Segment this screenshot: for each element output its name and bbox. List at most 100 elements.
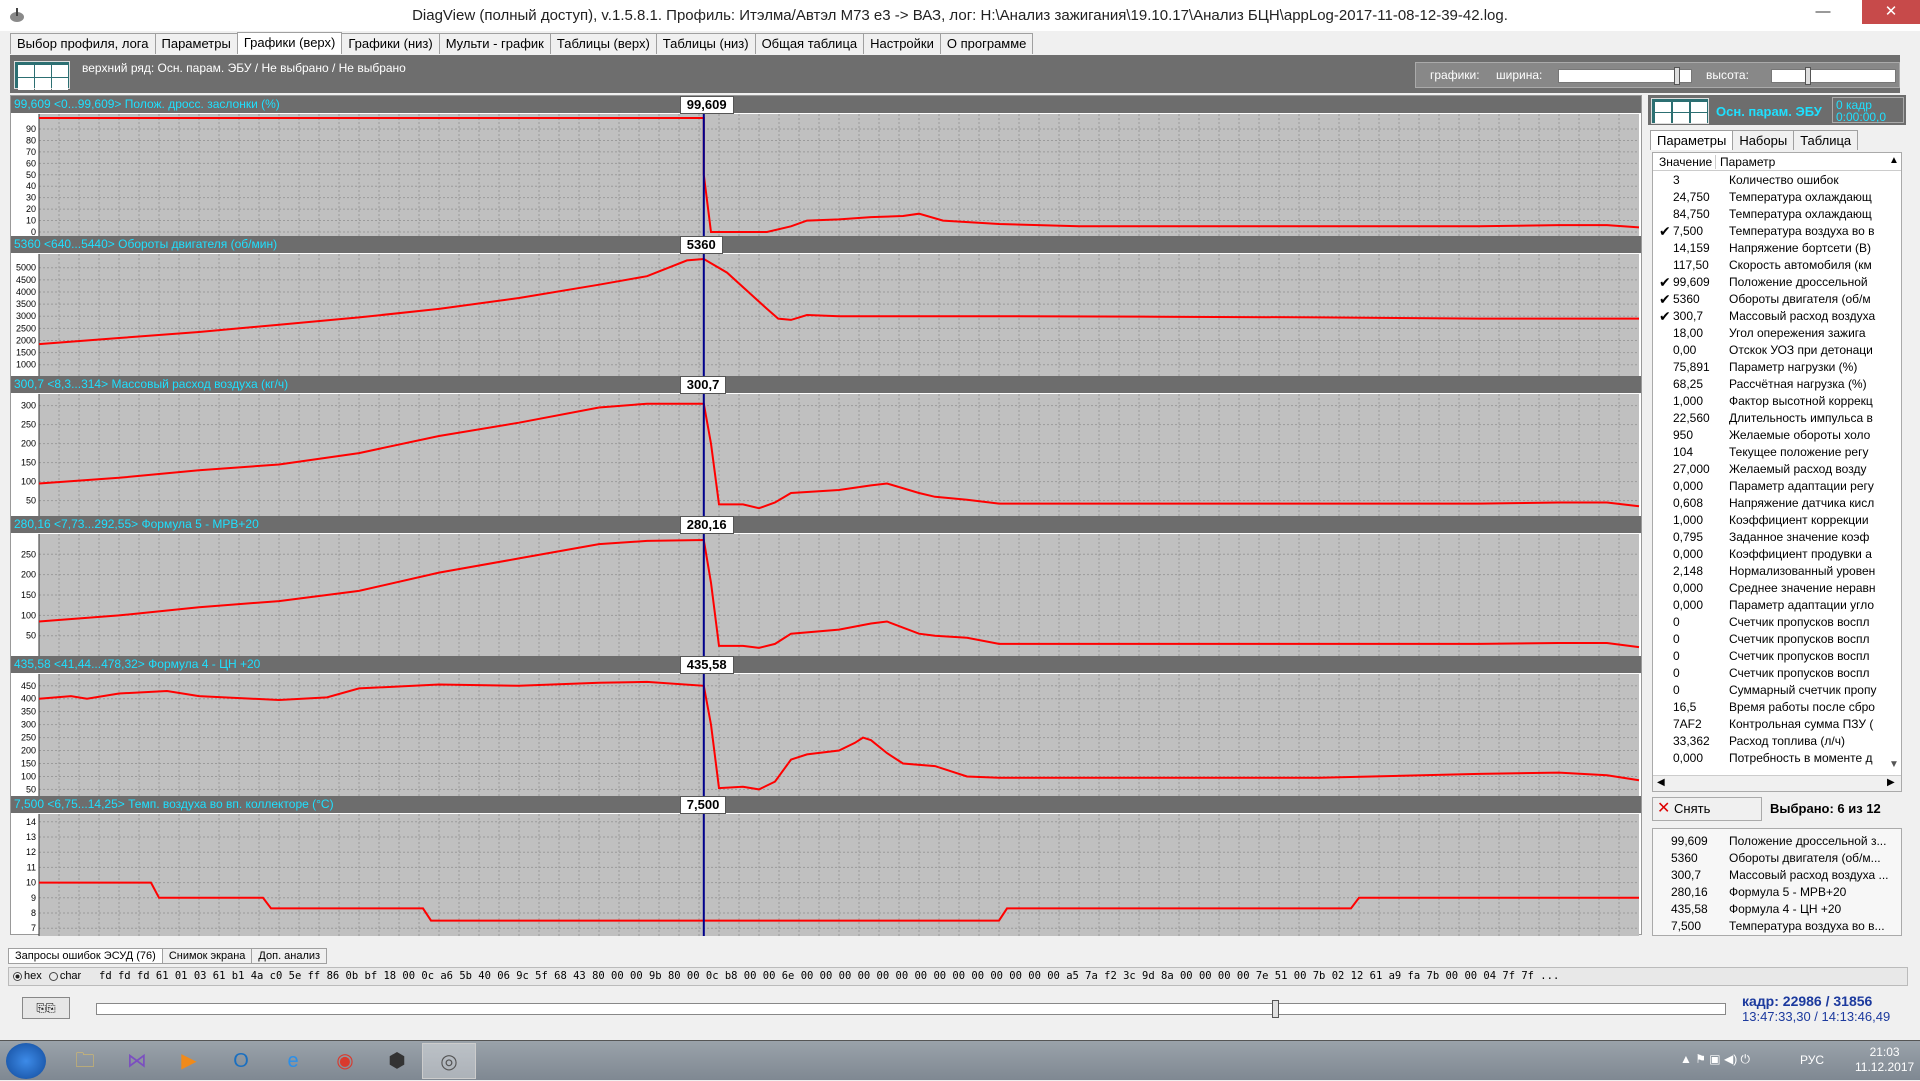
table-row[interactable]: ✔ 300,7 Массовый расход воздуха bbox=[1653, 308, 1901, 325]
height-slider-thumb[interactable] bbox=[1804, 67, 1811, 85]
nox-icon[interactable]: ⬢ bbox=[370, 1043, 424, 1079]
clock[interactable]: 21:03 11.12.2017 bbox=[1855, 1045, 1914, 1075]
width-slider-thumb[interactable] bbox=[1673, 67, 1680, 85]
summary-value: 280,16 bbox=[1671, 885, 1708, 899]
table-row[interactable]: 24,750 Температура охлаждающ bbox=[1653, 189, 1901, 206]
table-row[interactable]: 0,000 Параметр адаптации регу bbox=[1653, 478, 1901, 495]
table-row[interactable]: 0 Счетчик пропусков воспл bbox=[1653, 631, 1901, 648]
table-row[interactable]: 33,362 Расход топлива (л/ч) bbox=[1653, 733, 1901, 750]
parameters-tab-2[interactable]: Таблица bbox=[1793, 130, 1859, 150]
internet-explorer-icon[interactable]: e bbox=[266, 1043, 320, 1079]
chart-plot[interactable]: 5000 4500 4000 3500 3000 2500 2000 1500 1000 bbox=[11, 254, 1641, 376]
table-row[interactable]: 0 Счетчик пропусков воспл bbox=[1653, 648, 1901, 665]
column-parameter[interactable]: Параметр bbox=[1715, 155, 1775, 169]
checkmark-icon[interactable]: ✔ bbox=[1659, 308, 1673, 325]
table-row[interactable]: 2,148 Нормализованный уровен bbox=[1653, 563, 1901, 580]
table-row[interactable]: 22,560 Длительность импульса в bbox=[1653, 410, 1901, 427]
chart-plot[interactable]: 9080 7060 5040 3020 100 bbox=[11, 114, 1641, 236]
tab-7[interactable]: Общая таблица bbox=[754, 33, 865, 54]
table-row[interactable]: 0 Суммарный счетчик пропу bbox=[1653, 682, 1901, 699]
position-slider-thumb[interactable] bbox=[1271, 1000, 1279, 1018]
width-slider[interactable] bbox=[1558, 67, 1692, 85]
table-row[interactable]: 0,000 Среднее значение неравн bbox=[1653, 580, 1901, 597]
table-row[interactable]: 950 Желаемые обороты холо bbox=[1653, 427, 1901, 444]
scroll-right-icon[interactable]: ▶ bbox=[1887, 777, 1895, 788]
table-row[interactable]: 0 Счетчик пропусков воспл bbox=[1653, 665, 1901, 682]
scroll-left-icon[interactable]: ◀ bbox=[1657, 777, 1665, 788]
copy-icon[interactable]: ⎘⎘ bbox=[22, 997, 70, 1019]
table-row[interactable]: 0,795 Заданное значение коэф bbox=[1653, 529, 1901, 546]
table-row[interactable]: 0,000 Параметр адаптации угло bbox=[1653, 597, 1901, 614]
table-row[interactable]: 14,159 Напряжение бортсети (В) bbox=[1653, 240, 1901, 257]
bottom-tab-0[interactable]: Запросы ошибок ЭСУД (76) bbox=[8, 948, 163, 964]
close-button[interactable]: ✕ bbox=[1862, 0, 1920, 24]
chrome-icon[interactable]: ◉ bbox=[318, 1043, 372, 1079]
table-row[interactable]: 1,000 Коэффициент коррекции bbox=[1653, 512, 1901, 529]
bottom-tab-2[interactable]: Доп. анализ bbox=[251, 948, 328, 964]
media-player-icon[interactable]: ▶ bbox=[162, 1043, 216, 1079]
bottom-tab-1[interactable]: Снимок экрана bbox=[161, 948, 253, 964]
table-row[interactable]: 3 Количество ошибок bbox=[1653, 172, 1901, 189]
horizontal-scrollbar[interactable]: ◀ ▶ bbox=[1653, 775, 1901, 791]
tab-1[interactable]: Параметры bbox=[154, 33, 238, 54]
table-row[interactable]: 18,00 Угол опережения зажига bbox=[1653, 325, 1901, 342]
table-row[interactable]: 75,891 Параметр нагрузки (%) bbox=[1653, 359, 1901, 376]
clear-marks-button[interactable]: ✕ Снять отметки bbox=[1652, 797, 1762, 838]
chart-plot[interactable]: 250 200 150 100 50 bbox=[11, 534, 1641, 656]
table-row[interactable]: 27,000 Желаемый расход возду bbox=[1653, 461, 1901, 478]
tab-2[interactable]: Графики (верх) bbox=[236, 32, 343, 54]
tab-4[interactable]: Мульти - график bbox=[438, 33, 551, 54]
chart-plot[interactable]: 14 13 12 11 10 9 8 7 bbox=[11, 814, 1641, 936]
scroll-up-icon[interactable]: ▲ bbox=[1889, 155, 1899, 166]
outlook-icon[interactable]: O bbox=[214, 1043, 268, 1079]
table-row[interactable]: 16,5 Время работы после сбро bbox=[1653, 699, 1901, 716]
char-radio[interactable] bbox=[48, 971, 58, 981]
title-bar[interactable]: DiagView (полный доступ), v.1.5.8.1. Про… bbox=[0, 0, 1920, 31]
hex-radio[interactable] bbox=[13, 971, 22, 981]
y-tick-label: 11 bbox=[27, 862, 36, 872]
layout-grid-icon[interactable] bbox=[14, 61, 70, 90]
tab-6[interactable]: Таблицы (низ) bbox=[655, 33, 756, 54]
tab-8[interactable]: Настройки bbox=[863, 33, 941, 54]
table-row[interactable]: 84,750 Температура охлаждающ bbox=[1653, 206, 1901, 223]
scroll-down-icon[interactable]: ▼ bbox=[1889, 759, 1899, 770]
parameters-table[interactable]: Значение Параметр ▲ 3 Количество ошибок 24… bbox=[1652, 152, 1902, 792]
language-indicator[interactable]: РУС bbox=[1800, 1053, 1824, 1067]
chart-plot[interactable]: 300 250 200 150 100 50 bbox=[11, 394, 1641, 516]
table-row[interactable]: 0,000 Коэффициент продувки а bbox=[1653, 546, 1901, 563]
table-row[interactable]: 0,00 Отскок УОЗ при детонаци bbox=[1653, 342, 1901, 359]
tab-3[interactable]: Графики (низ) bbox=[341, 33, 440, 54]
table-row[interactable]: 104 Текущее положение регу bbox=[1653, 444, 1901, 461]
diagview-icon[interactable]: ◎ bbox=[422, 1043, 476, 1079]
tab-5[interactable]: Таблицы (верх) bbox=[549, 33, 657, 54]
height-slider[interactable] bbox=[1771, 67, 1896, 85]
table-row[interactable]: 0,608 Напряжение датчика кисл bbox=[1653, 495, 1901, 512]
table-row[interactable]: 68,25 Рассчётная нагрузка (%) bbox=[1653, 376, 1901, 393]
layout-grid-icon[interactable] bbox=[1651, 98, 1709, 124]
tab-0[interactable]: Выбор профиля, лога bbox=[10, 33, 156, 54]
summary-value: 300,7 bbox=[1671, 868, 1702, 882]
checkmark-icon[interactable]: ✔ bbox=[1659, 223, 1673, 240]
table-row[interactable]: ✔ 7,500 Температура воздуха во в bbox=[1653, 223, 1901, 240]
start-button[interactable] bbox=[6, 1043, 46, 1079]
column-value[interactable]: Значение bbox=[1659, 155, 1712, 169]
charts-area[interactable]: 99,609 <0...99,609> Полож. дросс. заслон… bbox=[10, 95, 1642, 936]
checkmark-icon[interactable]: ✔ bbox=[1659, 274, 1673, 291]
parameters-tab-0[interactable]: Параметры bbox=[1650, 130, 1734, 150]
table-row[interactable]: 117,50 Скорость автомобиля (км bbox=[1653, 257, 1901, 274]
position-slider[interactable] bbox=[96, 1000, 1726, 1018]
table-row[interactable]: 7AF2 Контрольная сумма ПЗУ ( bbox=[1653, 716, 1901, 733]
tab-9[interactable]: О программе bbox=[939, 33, 1034, 54]
checkmark-icon[interactable]: ✔ bbox=[1659, 291, 1673, 308]
table-row[interactable]: 0,000 Потребность в моменте д bbox=[1653, 750, 1901, 767]
tray-icons[interactable]: ▲ ⚑ ▣ ◀) ⏻ bbox=[1680, 1052, 1750, 1067]
table-row[interactable]: ✔ 5360 Обороты двигателя (об/м bbox=[1653, 291, 1901, 308]
chart-plot[interactable]: 450 400 350 300 250 200 150 100 50 bbox=[11, 674, 1641, 796]
table-row[interactable]: ✔ 99,609 Положение дроссельной bbox=[1653, 274, 1901, 291]
table-row[interactable]: 0 Счетчик пропусков воспл bbox=[1653, 614, 1901, 631]
parameters-tab-1[interactable]: Наборы bbox=[1732, 130, 1795, 150]
visual-studio-icon[interactable]: ⋈ bbox=[110, 1043, 164, 1079]
table-row[interactable]: 1,000 Фактор высотной коррекц bbox=[1653, 393, 1901, 410]
folder-icon[interactable]: 🗀 bbox=[58, 1043, 112, 1079]
minimize-button[interactable]: — bbox=[1800, 0, 1846, 24]
